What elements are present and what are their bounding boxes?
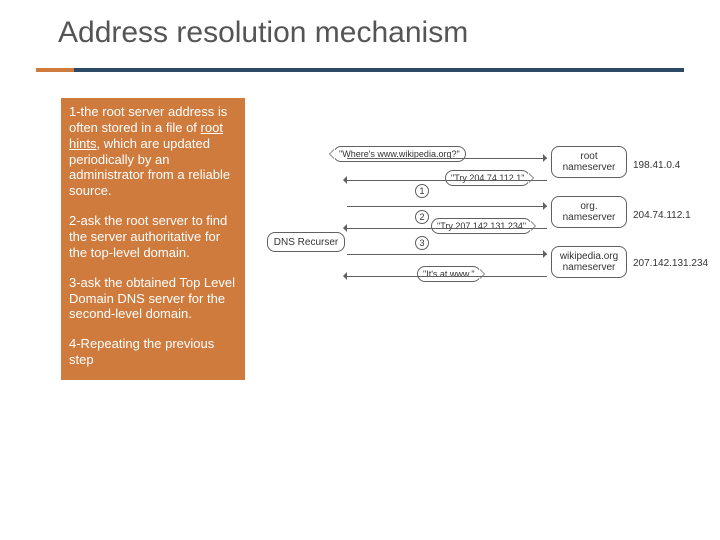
step-circle-1: 1 xyxy=(415,184,429,198)
step-3: 3-ask the obtained Top Level Domain DNS … xyxy=(69,275,237,323)
step-1: 1-the root server address is often store… xyxy=(69,104,237,199)
page-title: Address resolution mechanism xyxy=(0,0,720,68)
org-nameserver-ip: 204.74.112.1 xyxy=(633,210,691,221)
divider xyxy=(36,68,684,72)
reply-org-bubble: "Try 207.142.131.234" xyxy=(431,218,532,234)
divider-accent xyxy=(36,68,74,72)
step-4: 4-Repeating the previous step xyxy=(69,336,237,368)
root-nameserver-ip: 198.41.0.4 xyxy=(633,160,680,171)
reply-root-bubble: "Try 204.74.112.1" xyxy=(445,170,530,186)
dns-diagram: DNS Recurser root nameserver 198.41.0.4 … xyxy=(267,140,685,310)
wikipedia-nameserver-ip: 207.142.131.234 xyxy=(633,258,708,269)
query-bubble: "Where's www.wikipedia.org?" xyxy=(333,146,466,162)
steps-panel: 1-the root server address is often store… xyxy=(61,98,245,380)
wikipedia-nameserver-box: wikipedia.org nameserver xyxy=(551,246,627,278)
root-nameserver-box: root nameserver xyxy=(551,146,627,178)
dns-recurser-box: DNS Recurser xyxy=(267,232,345,252)
step-circle-3: 3 xyxy=(415,236,429,250)
step-2: 2-ask the root server to find the server… xyxy=(69,213,237,261)
step-circle-2: 2 xyxy=(415,210,429,224)
org-nameserver-box: org. nameserver xyxy=(551,196,627,228)
reply-wikipedia-bubble: "It's at www." xyxy=(417,266,481,282)
